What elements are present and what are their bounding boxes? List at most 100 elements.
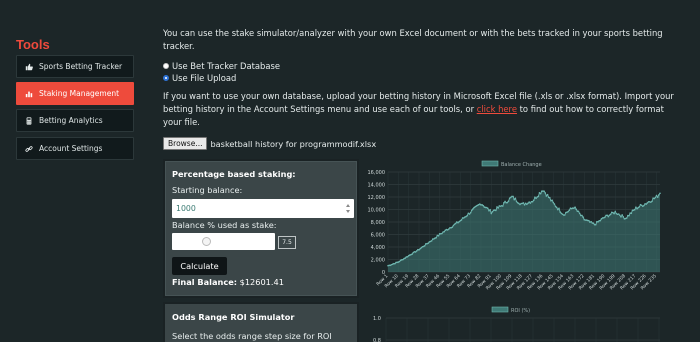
data-point <box>625 217 628 219</box>
data-point <box>573 207 575 210</box>
data-point <box>563 214 566 216</box>
data-point <box>535 197 537 200</box>
data-point <box>523 204 526 206</box>
data-point <box>529 202 532 204</box>
data-point <box>491 210 494 213</box>
data-point <box>495 209 497 212</box>
data-point <box>619 214 621 217</box>
data-point <box>537 195 540 198</box>
data-point <box>557 208 559 211</box>
data-point <box>555 206 558 209</box>
y-tick-label: 1.0 <box>373 316 381 322</box>
data-point <box>488 209 490 212</box>
radio-bet-tracker-database[interactable]: Use Bet Tracker Database <box>163 61 280 71</box>
data-point <box>415 250 418 252</box>
data-point <box>633 208 636 211</box>
data-point <box>594 223 597 226</box>
data-point <box>522 202 525 204</box>
data-point <box>470 209 473 212</box>
data-point <box>427 242 429 245</box>
slider-thumb[interactable] <box>201 237 211 246</box>
data-point <box>489 208 491 211</box>
starting-balance-label: Starting balance: <box>172 185 243 195</box>
data-point <box>568 209 571 212</box>
radio-label: Use Bet Tracker Database <box>172 61 280 71</box>
sidebar-item-label: Betting Analytics <box>39 116 103 125</box>
final-balance: Final Balance: $12601.41 <box>172 277 284 287</box>
legend-label: ROI (%) <box>511 308 530 314</box>
data-point <box>614 210 617 213</box>
odds-range-roi-panel: Odds Range ROI Simulator Select the odds… <box>163 302 359 342</box>
data-point <box>466 214 468 217</box>
data-point <box>577 210 580 213</box>
format-help-link[interactable]: click here <box>477 104 517 114</box>
sidebar-item-label: Sports Betting Tracker <box>39 62 123 71</box>
legend-label: Balance Change <box>501 162 542 168</box>
stake-pct-slider[interactable] <box>172 233 275 250</box>
radio-button-selected[interactable] <box>163 75 169 81</box>
data-point <box>443 230 446 233</box>
data-point <box>472 208 474 210</box>
data-point <box>394 262 396 265</box>
data-point <box>539 192 542 195</box>
y-tick-label: 10,000 <box>368 207 386 213</box>
data-point <box>497 207 499 209</box>
selected-file-name: basketball history for programmodif.xlsx <box>210 138 377 149</box>
panel-title: Odds Range ROI Simulator <box>172 312 295 322</box>
radio-file-upload[interactable]: Use File Upload <box>163 73 236 83</box>
data-point <box>606 214 609 217</box>
data-point <box>503 202 505 204</box>
data-point <box>460 219 463 221</box>
percentage-staking-panel: Percentage based staking: Starting balan… <box>163 159 359 298</box>
data-point <box>507 200 510 202</box>
data-point <box>546 193 549 196</box>
data-point <box>617 213 620 215</box>
y-tick-label: 4,000 <box>371 245 385 251</box>
data-point <box>454 222 457 225</box>
y-tick-label: 16,000 <box>368 170 386 176</box>
data-point <box>599 219 602 222</box>
sidebar-item-sports-betting-tracker[interactable]: Sports Betting Tracker <box>16 55 134 78</box>
sidebar-item-staking-management[interactable]: Staking Management <box>16 82 134 105</box>
stake-pct-label: Balance % used as stake: <box>172 220 277 230</box>
data-point <box>543 190 545 192</box>
y-tick-label: 2,000 <box>371 257 385 263</box>
chart-bars-icon <box>24 89 33 98</box>
data-point <box>622 216 625 218</box>
data-point <box>659 192 661 195</box>
data-point <box>437 235 440 237</box>
legend-swatch <box>481 160 499 167</box>
data-point <box>582 216 584 218</box>
sidebar-item-account-settings[interactable]: Account Settings <box>16 137 134 160</box>
sidebar-item-label: Staking Management <box>39 89 120 98</box>
stake-pct-value: 7.5 <box>278 236 296 249</box>
data-point <box>567 210 569 213</box>
data-point <box>609 213 612 216</box>
data-point <box>469 211 472 214</box>
number-spinner[interactable] <box>346 204 351 213</box>
link-icon <box>24 144 33 153</box>
data-point <box>645 203 648 205</box>
data-point <box>559 211 561 213</box>
browse-button[interactable]: Browse... <box>163 137 208 150</box>
step-size-label: Select the odds range step size for ROI <box>172 331 332 341</box>
data-point <box>452 224 455 227</box>
data-point <box>604 216 606 218</box>
roi-chart-svg: ROI (%) 1.0 0.8 <box>373 306 660 342</box>
data-point <box>621 214 623 216</box>
calculate-button[interactable]: Calculate <box>172 257 227 275</box>
data-point <box>524 202 527 205</box>
data-point <box>656 196 659 199</box>
starting-balance-input[interactable]: 1000 <box>172 199 354 218</box>
data-point <box>512 195 514 198</box>
data-point <box>588 219 590 222</box>
data-point <box>590 220 592 223</box>
data-point <box>411 253 413 255</box>
data-point <box>423 244 426 247</box>
sidebar-item-betting-analytics[interactable]: Betting Analytics <box>16 109 134 132</box>
radio-button[interactable] <box>163 63 169 69</box>
data-point <box>581 214 583 217</box>
roi-chart: ROI (%) 1.0 0.8 <box>366 305 666 342</box>
data-point <box>553 203 556 205</box>
data-point <box>531 200 534 203</box>
